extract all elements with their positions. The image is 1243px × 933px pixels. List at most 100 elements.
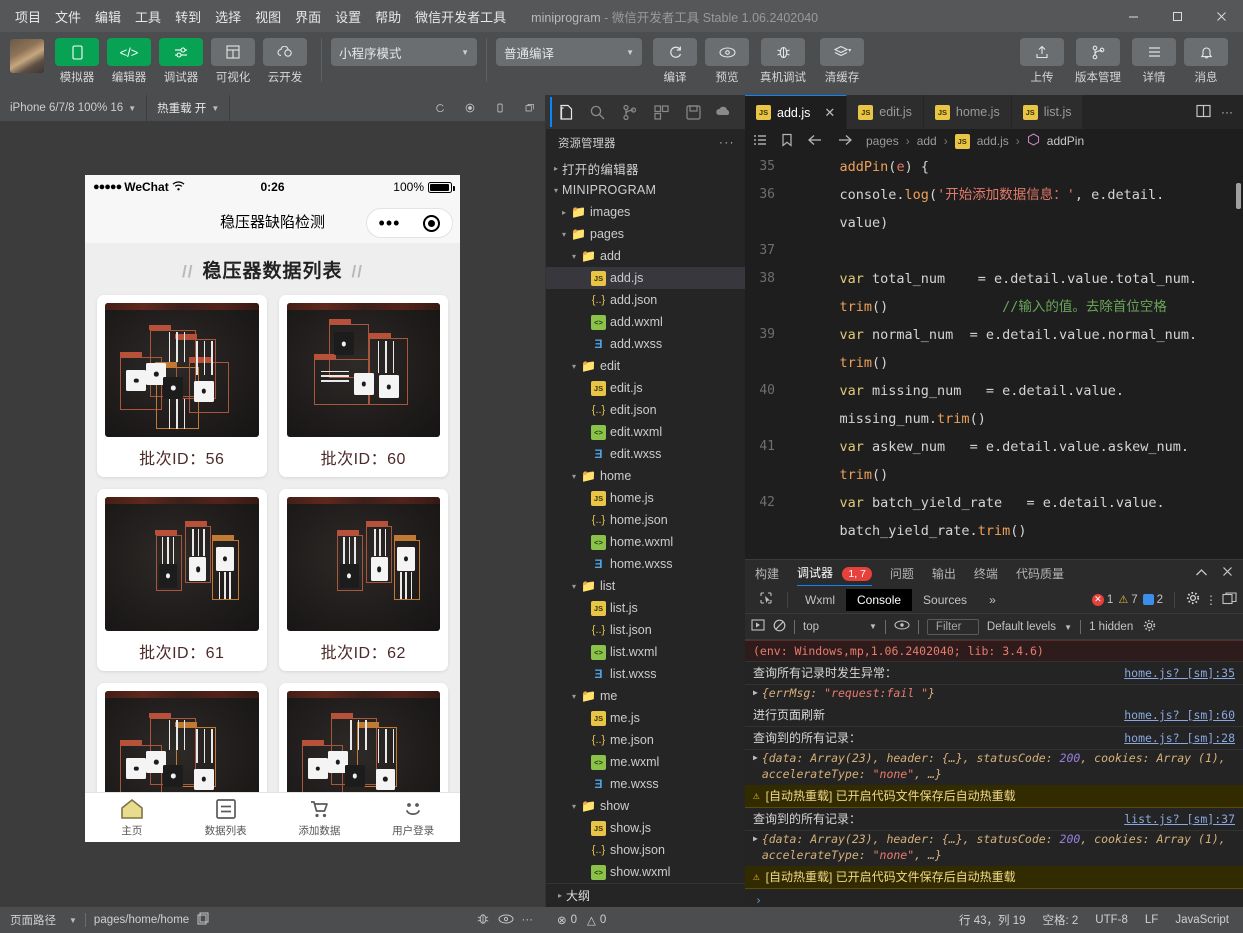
tree-item-add[interactable]: ▾ 📁 add [546, 245, 745, 267]
bug-icon[interactable] [476, 912, 490, 929]
record-icon[interactable] [455, 95, 485, 121]
filter-input[interactable]: Filter [926, 618, 979, 635]
tree-item-edit[interactable]: ▾ 📁 edit [546, 355, 745, 377]
tab-problems[interactable]: 问题 [890, 561, 914, 586]
console-prompt[interactable]: › [745, 889, 1243, 907]
file-tree[interactable]: ▸ 打开的编辑器 ▾ MINIPROGRAM ▸ 📁 images ▾ 📁 pages ▾ 📁 add J… [546, 157, 745, 883]
tree-item-list[interactable]: ▾ 📁 list [546, 575, 745, 597]
eol[interactable]: LF [1145, 914, 1158, 926]
tree-item-me[interactable]: ▾ 📁 me [546, 685, 745, 707]
menu-item-settings[interactable]: 设置 [328, 3, 368, 30]
eye-icon[interactable] [498, 914, 514, 927]
gear-icon[interactable] [1143, 619, 1156, 635]
maximize-icon[interactable] [1155, 0, 1199, 32]
settings-icon[interactable] [1186, 591, 1200, 608]
eye-icon[interactable] [894, 620, 910, 633]
page-path-label[interactable]: 页面路径 [10, 912, 56, 928]
toolbar-upload[interactable]: 上传 [1017, 38, 1067, 85]
menu-item-view[interactable]: 视图 [248, 3, 288, 30]
close-icon[interactable] [1222, 566, 1233, 580]
chevron-right-icon[interactable]: ▸ [550, 164, 562, 173]
tab-home[interactable]: 主页 [85, 793, 179, 842]
tree-item-add-js[interactable]: JS add.js [546, 267, 745, 289]
tab-debugger[interactable]: 调试器 1, 7 [797, 560, 872, 586]
menu-item-interface[interactable]: 界面 [288, 3, 328, 30]
chevron-down-icon[interactable]: ▾ [568, 252, 580, 261]
tree-item-add-json[interactable]: {..} add.json [546, 289, 745, 311]
toolbar-compile[interactable]: 编译 [650, 38, 700, 85]
tree-item-me-wxml[interactable]: <> me.wxml [546, 751, 745, 773]
tree-item-edit-js[interactable]: JS edit.js [546, 377, 745, 399]
info-count[interactable]: 2 [1142, 594, 1163, 606]
outline-section[interactable]: ▸ 大纲 [546, 883, 745, 907]
extensions-icon[interactable] [646, 97, 676, 127]
tab-datalist[interactable]: 数据列表 [179, 793, 273, 842]
tree-item-edit-json[interactable]: {..} edit.json [546, 399, 745, 421]
breadcrumb-symbol[interactable]: addPin [1047, 134, 1084, 148]
tab-terminal[interactable]: 终端 [974, 561, 998, 586]
list-item[interactable]: 批次ID：61 [97, 489, 267, 671]
menu-item-tools[interactable]: 工具 [128, 3, 168, 30]
more-icon[interactable]: ··· [1221, 105, 1233, 119]
device-select[interactable]: iPhone 6/7/8 100% 16 ▼ [0, 95, 148, 121]
devtools-tab-more[interactable]: » [978, 589, 1007, 611]
toolbar-cloud[interactable]: 云开发 [260, 38, 310, 85]
avatar[interactable] [10, 39, 44, 73]
chevron-down-icon[interactable]: ▾ [568, 582, 580, 591]
encoding[interactable]: UTF-8 [1095, 914, 1128, 926]
indent-setting[interactable]: 空格: 2 [1043, 912, 1079, 928]
list-item[interactable]: 批次ID：56 [97, 295, 267, 477]
breadcrumb-add[interactable]: add [917, 134, 937, 148]
tree-item-edit-wxml[interactable]: <> edit.wxml [546, 421, 745, 443]
save-icon[interactable] [678, 97, 708, 127]
device-icon[interactable] [485, 95, 515, 121]
more-icon[interactable]: ··· [522, 914, 546, 926]
outline-icon[interactable] [753, 134, 767, 149]
chevron-down-icon[interactable]: ▾ [568, 362, 580, 371]
chevron-down-icon[interactable]: ▾ [568, 472, 580, 481]
tree-item-list-wxml[interactable]: <> list.wxml [546, 641, 745, 663]
console-output[interactable]: (env: Windows,mp,1.06.2402040; lib: 3.4.… [745, 640, 1243, 907]
toolbar-messages[interactable]: 消息 [1181, 38, 1231, 85]
tree-item-list-js[interactable]: JS list.js [546, 597, 745, 619]
tree-item-show-json[interactable]: {..} show.json [546, 839, 745, 861]
list-item[interactable] [97, 683, 267, 792]
menu-item-help[interactable]: 帮助 [368, 3, 408, 30]
source-control-icon[interactable] [614, 97, 644, 127]
menu-item-project[interactable]: 项目 [8, 3, 48, 30]
console-detail[interactable]: ▶ {data: Array(23), header: {…}, statusCo… [745, 750, 1243, 785]
toolbar-simulator[interactable]: 模拟器 [52, 38, 102, 85]
rotate-icon[interactable] [425, 95, 455, 121]
list-item[interactable]: 批次ID：62 [278, 489, 448, 671]
editor-scrollbar[interactable] [1236, 183, 1241, 209]
menu-item-select[interactable]: 选择 [208, 3, 248, 30]
target-icon[interactable] [423, 214, 441, 232]
bookmark-icon[interactable] [781, 133, 793, 150]
toolbar-debugger[interactable]: 调试器 [156, 38, 206, 85]
tree-item-images[interactable]: ▸ 📁 images [546, 201, 745, 223]
close-icon[interactable] [1199, 0, 1243, 32]
tab-edit-js[interactable]: JS edit.js [847, 95, 924, 129]
console-detail[interactable]: ▶ {data: Array(23), header: {…}, statusCo… [745, 831, 1243, 866]
expand-triangle-icon[interactable]: ▶ [753, 831, 758, 863]
tree-item-MINIPROGRAM[interactable]: ▾ MINIPROGRAM [546, 179, 745, 201]
code-editor[interactable]: 35 addPin(e) {36 console.log('开始添加数据信息：'… [745, 153, 1243, 559]
tab-userlogin[interactable]: 用户登录 [366, 793, 460, 842]
tree-item-me-json[interactable]: {..} me.json [546, 729, 745, 751]
back-arrow-icon[interactable] [807, 134, 823, 149]
dock-icon[interactable] [1222, 591, 1237, 608]
windows-icon[interactable] [515, 95, 545, 121]
chevron-right-icon[interactable]: ▸ [558, 208, 570, 217]
devtools-tab-console[interactable]: Console [846, 588, 913, 611]
close-icon[interactable]: ✕ [824, 105, 835, 121]
menu-item-goto[interactable]: 转到 [168, 3, 208, 30]
toolbar-details[interactable]: 详情 [1129, 38, 1179, 85]
tree-item-home-js[interactable]: JS home.js [546, 487, 745, 509]
console-source-link[interactable]: home.js? [sm]:28 [1124, 730, 1235, 746]
toolbar-version-control[interactable]: 版本管理 [1069, 38, 1127, 85]
chevron-down-icon[interactable]: ▾ [568, 802, 580, 811]
breadcrumb-pages[interactable]: pages [866, 134, 899, 148]
mode-select[interactable]: 小程序模式 ▼ [331, 38, 477, 66]
devtools-tab-sources[interactable]: Sources [912, 589, 978, 611]
tree-item-home-json[interactable]: {..} home.json [546, 509, 745, 531]
